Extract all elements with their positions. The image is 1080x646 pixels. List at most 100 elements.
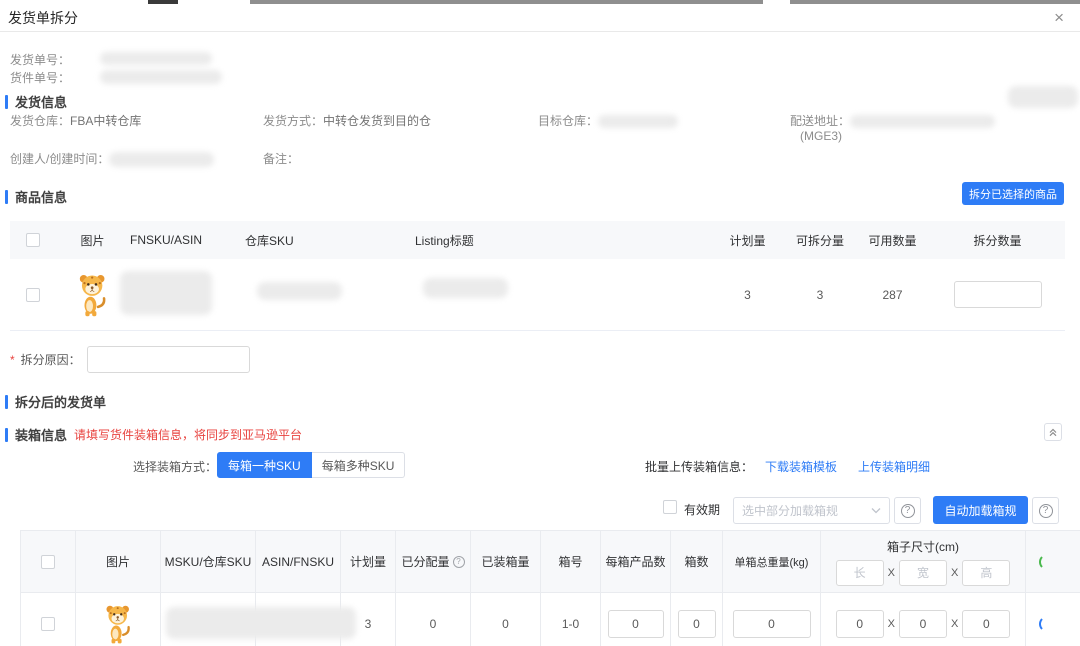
dim-length-input[interactable] [836, 560, 884, 586]
required-mark: * [10, 353, 15, 367]
column-header-per-box: 每箱产品数 [601, 531, 671, 593]
column-header-box-count: 箱数 [671, 531, 723, 593]
column-header-dims: 箱子尺寸(cm) X X [821, 531, 1026, 593]
column-header-planned: 计划量 [341, 531, 396, 593]
chevron-down-icon [871, 507, 881, 514]
column-header-planned: 计划量 [710, 221, 785, 259]
row-checkbox[interactable] [26, 288, 40, 302]
section-bar [5, 190, 8, 204]
green-circle-icon-partial[interactable] [1039, 554, 1055, 570]
box-count-input[interactable] [678, 610, 716, 638]
field-delivery-address: 配送地址： [790, 112, 995, 129]
column-header-fnsku: FNSKU/ASIN [130, 221, 245, 259]
product-image [76, 272, 110, 318]
question-icon: ? [901, 504, 915, 518]
blue-circle-icon-partial[interactable] [1039, 616, 1055, 632]
redacted-value [257, 282, 342, 300]
column-header-packed: 已装箱量 [471, 531, 541, 593]
field-creator: 创建人/创建时间： [10, 150, 214, 167]
column-header-box-no: 箱号 [541, 531, 601, 593]
page-title: 发货单拆分 [8, 8, 78, 28]
download-template-link[interactable]: 下载装箱模板 [765, 458, 837, 475]
split-reason-field: * 拆分原因： [10, 346, 250, 373]
redacted-value [100, 52, 212, 65]
column-header-asin: ASIN/FNSKU [256, 531, 341, 593]
auto-load-box-spec-button[interactable]: 自动加载箱规 [933, 496, 1028, 524]
section-title-after-split: 拆分后的发货单 [5, 392, 106, 411]
field-target-warehouse: 目标仓库： [538, 112, 678, 129]
dim-height-input[interactable] [962, 610, 1010, 638]
box-weight-input[interactable] [733, 610, 811, 638]
table-row: 3 3 287 [10, 259, 1065, 331]
per-box-qty-input[interactable] [608, 610, 664, 638]
cell-packed: 0 [471, 593, 541, 646]
redacted-value [423, 278, 508, 298]
batch-upload-label: 批量上传装箱信息： [645, 458, 753, 475]
select-all-checkbox[interactable] [41, 555, 55, 569]
shipment-no-label: 发货单号： [10, 51, 70, 68]
column-header-msku: MSKU/仓库SKU [161, 531, 256, 593]
upload-detail-link[interactable]: 上传装箱明细 [858, 458, 930, 475]
split-reason-label: 拆分原因： [21, 351, 81, 368]
split-reason-input[interactable] [87, 346, 250, 373]
packing-mode-multi-button[interactable]: 每箱多种SKU [312, 452, 406, 478]
remark-label: 备注： [263, 150, 299, 167]
redacted-value [100, 70, 222, 84]
redacted-value [598, 115, 678, 128]
dim-width-input[interactable] [899, 610, 947, 638]
product-image [103, 603, 134, 645]
packing-mode-single-button[interactable]: 每箱一种SKU [217, 452, 312, 478]
help-button[interactable]: ? [1032, 497, 1059, 524]
dim-length-input[interactable] [836, 610, 884, 638]
section-title-packing: 装箱信息 请填写货件装箱信息，将同步到亚马逊平台 [5, 425, 302, 444]
row-checkbox[interactable] [41, 617, 55, 631]
dim-height-input[interactable] [962, 560, 1010, 586]
field-ship-warehouse: 发货仓库：FBA中转仓库 [10, 112, 141, 129]
collapse-panel-button[interactable] [1044, 423, 1062, 441]
table-row: 3 0 0 1-0 X X [21, 593, 1080, 646]
cell-allocated: 0 [396, 593, 471, 646]
column-header-allocated: 已分配量 ? [396, 531, 471, 593]
column-header-weight: 单箱总重量(kg) [723, 531, 821, 593]
question-icon: ? [1039, 504, 1053, 518]
redacted-value [109, 152, 214, 167]
packing-table-header: 图片 MSKU/仓库SKU ASIN/FNSKU 计划量 已分配量 ? 已装箱量… [21, 531, 1080, 593]
column-header-sku: 仓库SKU [245, 221, 415, 259]
cargo-no-label: 货件单号： [10, 69, 70, 86]
split-shipment-modal: 发货单拆分 × 发货单号： 货件单号： 发货信息 发货仓库：FBA中转仓库 发货… [0, 0, 1080, 646]
field-ship-method: 发货方式：中转仓发货到目的仓 [263, 112, 431, 129]
section-bar [5, 95, 8, 109]
column-header-image: 图片 [55, 221, 130, 259]
cell-splittable: 3 [785, 259, 855, 330]
cell-planned: 3 [710, 259, 785, 330]
packing-table: 图片 MSKU/仓库SKU ASIN/FNSKU 计划量 已分配量 ? 已装箱量… [20, 530, 1080, 646]
products-table-header: 图片 FNSKU/ASIN 仓库SKU Listing标题 计划量 可拆分量 可… [10, 221, 1065, 259]
products-table: 图片 FNSKU/ASIN 仓库SKU Listing标题 计划量 可拆分量 可… [10, 221, 1065, 331]
split-selected-button[interactable]: 拆分已选择的商品 [962, 182, 1064, 205]
column-header-splittable: 可拆分量 [785, 221, 855, 259]
cell-available: 287 [855, 259, 930, 330]
help-button[interactable]: ? [894, 497, 921, 524]
packing-method-toggle: 每箱一种SKU 每箱多种SKU [217, 452, 405, 478]
section-bar [5, 428, 8, 442]
section-title-shipping-info: 发货信息 [5, 92, 67, 111]
address-code: (MGE3) [800, 129, 842, 143]
validity-checkbox[interactable] [663, 500, 677, 514]
section-bar [5, 395, 8, 409]
dim-width-input[interactable] [899, 560, 947, 586]
split-qty-input[interactable] [954, 281, 1042, 308]
select-placeholder: 选中部分加载箱规 [742, 502, 838, 519]
column-header-listing: Listing标题 [415, 221, 710, 259]
column-header-image: 图片 [76, 531, 161, 593]
cell-box-no: 1-0 [541, 593, 601, 646]
load-box-spec-select[interactable]: 选中部分加载箱规 [733, 497, 890, 524]
column-header-available: 可用数量 [855, 221, 930, 259]
section-title-products: 商品信息 [5, 187, 67, 206]
select-all-checkbox[interactable] [26, 233, 40, 247]
info-icon: ? [453, 556, 465, 568]
redacted-value [120, 271, 212, 315]
chevron-double-up-icon [1048, 427, 1058, 437]
packing-notice: 请填写货件装箱信息，将同步到亚马逊平台 [74, 426, 302, 443]
redacted-value [1008, 86, 1078, 108]
close-icon[interactable]: × [1054, 9, 1064, 26]
